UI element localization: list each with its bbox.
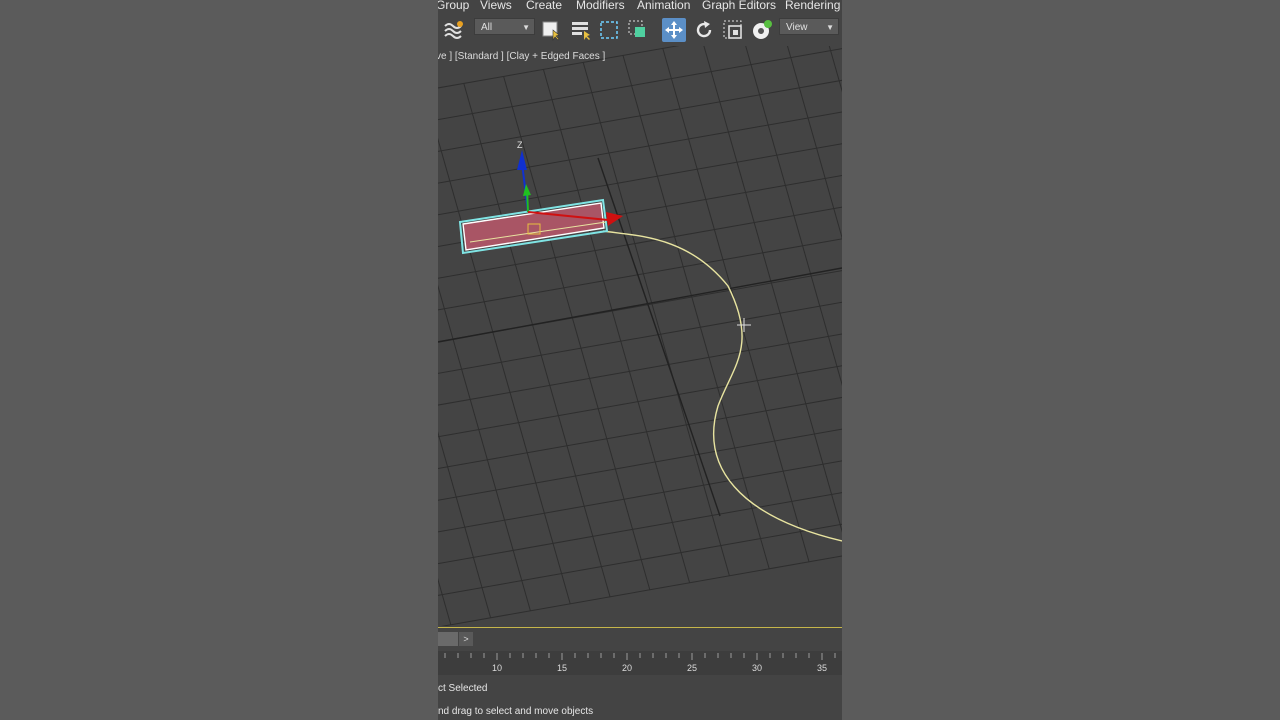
select-by-name-icon[interactable] xyxy=(569,18,593,42)
menu-group[interactable]: Group xyxy=(438,0,469,12)
track-tick-label: 10 xyxy=(492,663,502,673)
chevron-down-icon: ▼ xyxy=(826,23,834,32)
bind-space-warp-icon[interactable] xyxy=(442,18,466,42)
selected-box-object xyxy=(458,198,609,255)
menu-bar: Group Views Create Modifiers Animation G… xyxy=(438,0,842,14)
reference-coordinate-value: View xyxy=(786,22,808,33)
main-toolbar: All ▼ View ▼ xyxy=(438,14,842,47)
chevron-down-icon: ▼ xyxy=(522,23,530,32)
viewport-scene[interactable]: Z xyxy=(438,46,842,626)
menu-graph-editors[interactable]: Graph Editors xyxy=(702,0,776,12)
select-and-rotate-icon[interactable] xyxy=(692,18,716,42)
reference-coordinate-dropdown[interactable]: View ▼ xyxy=(779,18,839,35)
rectangular-selection-icon[interactable] xyxy=(597,18,621,42)
track-tick-label: 20 xyxy=(622,663,632,673)
perspective-viewport[interactable]: Z ve ] [Standard ] [Clay + Edged Faces ] xyxy=(438,46,842,626)
menu-create[interactable]: Create xyxy=(526,0,562,12)
home-grid xyxy=(438,46,842,626)
viewport-label[interactable]: ve ] [Standard ] [Clay + Edged Faces ] xyxy=(438,51,605,62)
track-tick-label: 30 xyxy=(752,663,762,673)
selection-center-icon[interactable] xyxy=(751,18,775,42)
select-and-scale-icon[interactable] xyxy=(721,18,745,42)
track-bar-ruler[interactable]: 10 15 20 25 30 35 xyxy=(438,651,842,675)
selection-status: ct Selected xyxy=(438,683,488,694)
menu-rendering[interactable]: Rendering xyxy=(785,0,840,12)
select-object-icon[interactable] xyxy=(539,18,563,42)
track-tick-label: 15 xyxy=(557,663,567,673)
3dsmax-window: Group Views Create Modifiers Animation G… xyxy=(438,0,842,720)
selection-filter-value: All xyxy=(481,22,493,33)
select-and-move-icon[interactable] xyxy=(662,18,686,42)
window-crossing-icon[interactable] xyxy=(626,18,650,42)
track-bar[interactable]: 10 15 20 25 30 35 xyxy=(438,651,842,675)
prompt-line: nd drag to select and move objects xyxy=(438,706,594,717)
time-slider[interactable]: > xyxy=(438,627,842,652)
menu-modifiers[interactable]: Modifiers xyxy=(576,0,625,12)
menu-animation[interactable]: Animation xyxy=(637,0,690,12)
world-axes xyxy=(438,157,842,517)
selection-filter-dropdown[interactable]: All ▼ xyxy=(474,18,535,35)
track-tick-label: 25 xyxy=(687,663,697,673)
menu-views[interactable]: Views xyxy=(480,0,512,12)
track-tick-label: 35 xyxy=(817,663,827,673)
time-slider-thumb[interactable] xyxy=(438,632,458,646)
gizmo-z-label: Z xyxy=(517,140,523,150)
next-frame-button[interactable]: > xyxy=(459,632,473,646)
